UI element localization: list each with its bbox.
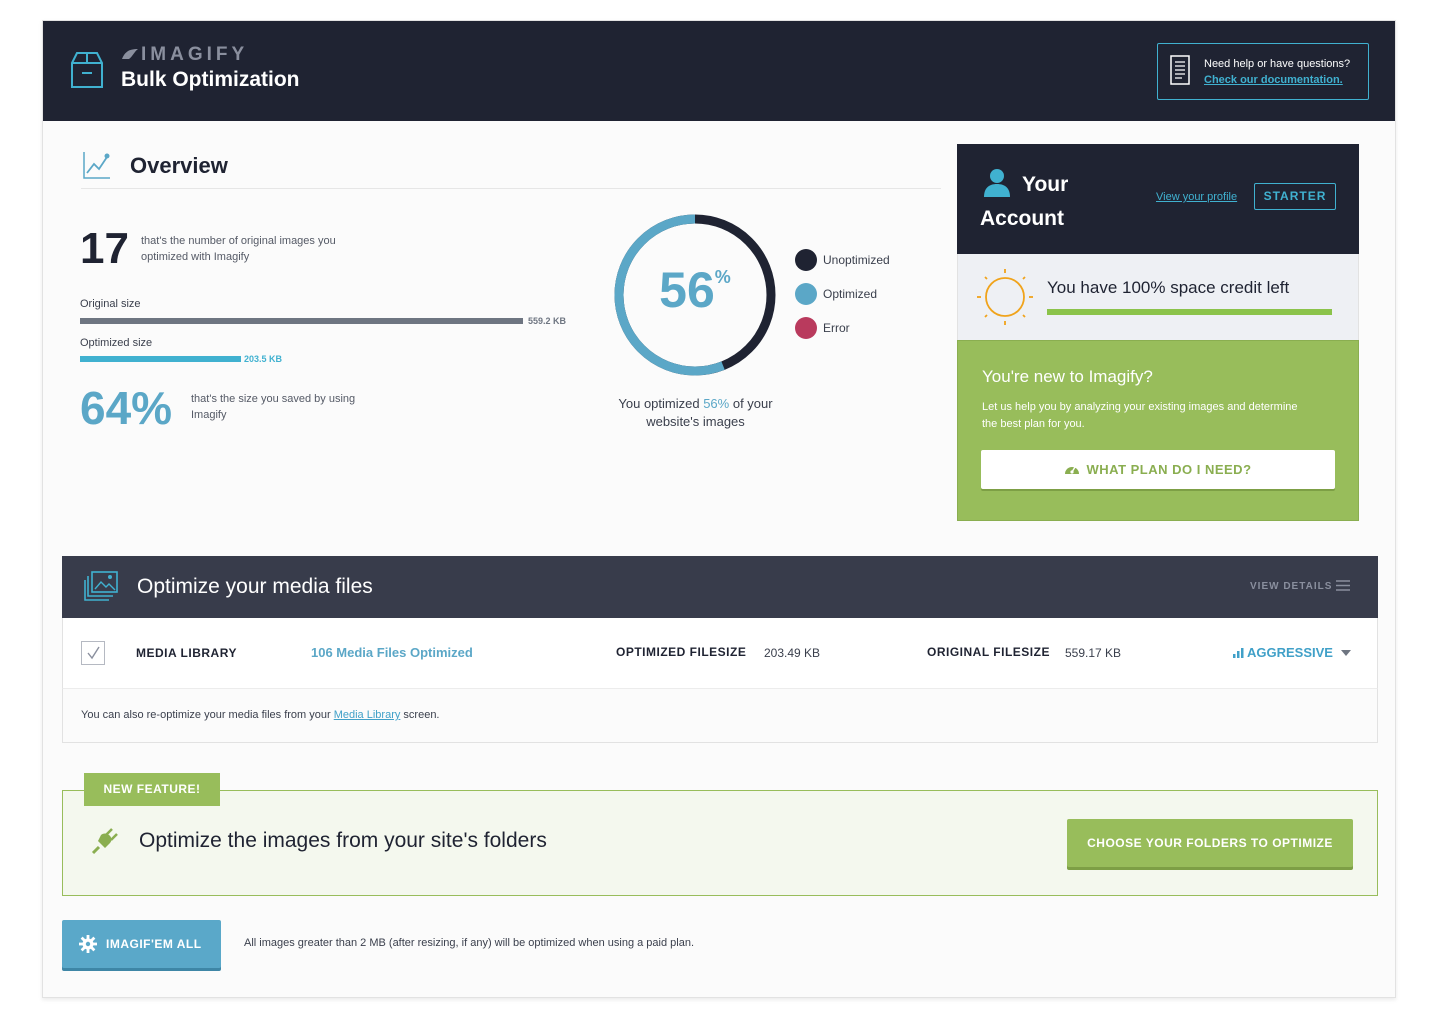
level-label: AGGRESSIVE — [1247, 645, 1333, 660]
new-user-title: You're new to Imagify? — [982, 367, 1153, 386]
legend-label: Error — [823, 321, 850, 335]
what-plan-button[interactable]: WHAT PLAN DO I NEED? — [981, 450, 1335, 489]
donut-suffix: % — [714, 267, 731, 287]
credit-text: You have 100% space credit left — [1047, 278, 1290, 297]
donut-caption: You optimized 56% of your website's imag… — [593, 395, 798, 431]
chevron-down-icon — [1340, 650, 1351, 656]
menu-icon — [1336, 580, 1351, 591]
help-box: Need help or have questions? Check our d… — [1157, 43, 1369, 100]
original-size-value: 559.2 KB — [528, 316, 567, 326]
new-feature-badge: NEW FEATURE! — [84, 773, 220, 806]
caption-text: You optimized — [618, 396, 704, 411]
optimized-size-bar — [80, 356, 242, 362]
folders-feature-title: Optimize the images from your site's fol… — [139, 829, 547, 852]
brand-name: IMAGIFY — [141, 44, 249, 65]
optimized-size-value: 203.5 KB — [244, 354, 283, 364]
plug-icon — [91, 828, 118, 855]
original-size-bar — [80, 318, 523, 324]
files-optimized-count: 106 Media Files Optimized — [311, 645, 473, 660]
donut-number: 56 — [659, 262, 715, 318]
media-library-row: MEDIA LIBRARY 106 Media Files Optimized … — [62, 618, 1378, 689]
original-filesize-value: 559.17 KB — [1065, 646, 1122, 660]
document-icon — [1170, 55, 1190, 85]
optimized-image-count: 17 — [80, 224, 129, 273]
media-library-label: MEDIA LIBRARY — [136, 646, 237, 660]
donut-percent: 56% — [613, 261, 777, 319]
imagify-logo-icon — [122, 49, 138, 59]
sun-icon — [977, 269, 1033, 325]
note-text: screen. — [400, 709, 440, 721]
choose-folders-button[interactable]: CHOOSE YOUR FOLDERS TO OPTIMIZE — [1067, 819, 1353, 867]
account-title-line1: Your — [1022, 173, 1069, 196]
media-library-link[interactable]: Media Library — [334, 709, 401, 721]
error-dot — [795, 317, 817, 339]
note-text: You can also re-optimize your media file… — [81, 709, 334, 721]
images-icon — [84, 571, 118, 601]
account-title-line2: Account — [980, 207, 1064, 230]
image-count-description: that's the number of original images you… — [141, 235, 336, 263]
new-user-box: You're new to Imagify? Let us help you b… — [957, 340, 1359, 521]
plan-badge[interactable]: STARTER — [1254, 183, 1336, 210]
legend-label: Unoptimized — [823, 253, 890, 267]
view-details-label: VIEW DETAILS — [1250, 581, 1333, 592]
media-note-text: You can also re-optimize your media file… — [81, 709, 440, 721]
bulk-optimization-page: IMAGIFY Bulk Optimization Need help or h… — [42, 20, 1396, 998]
saved-description: that's the size you saved by using Imagi… — [191, 393, 356, 421]
new-user-description: Let us help you by analyzing your existi… — [982, 401, 1298, 430]
media-note: You can also re-optimize your media file… — [62, 689, 1378, 743]
gear-icon — [79, 935, 97, 953]
divider — [81, 188, 941, 189]
unoptimized-dot — [795, 249, 817, 271]
space-credit: You have 100% space credit left — [957, 254, 1359, 340]
checkmark-icon — [87, 646, 100, 660]
what-plan-label: WHAT PLAN DO I NEED? — [1086, 462, 1252, 477]
documentation-link[interactable]: Check our documentation. — [1204, 74, 1343, 86]
gauge-icon — [1065, 466, 1080, 474]
page-header: IMAGIFY Bulk Optimization Need help or h… — [43, 21, 1395, 121]
optimized-dot — [795, 283, 817, 305]
optimization-level-select[interactable]: AGGRESSIVE — [1233, 645, 1351, 660]
media-section-header: Optimize your media files VIEW DETAILS — [62, 556, 1378, 618]
box-icon — [71, 52, 103, 88]
caption-highlight: 56% — [703, 396, 730, 411]
overview-title: Overview — [130, 153, 228, 178]
help-question: Need help or have questions? — [1204, 58, 1351, 70]
legend-label: Optimized — [823, 287, 878, 301]
original-filesize-label: ORIGINAL FILESIZE — [927, 645, 1050, 659]
account-title: Your Account — [980, 168, 1080, 236]
media-section-title: Optimize your media files — [137, 575, 373, 598]
chart-trend-icon — [83, 152, 110, 179]
imagifem-all-label: IMAGIF'EM ALL — [106, 937, 202, 951]
optimized-filesize-label: OPTIMIZED FILESIZE — [616, 645, 747, 659]
credit-progress-bar — [1047, 309, 1332, 315]
paid-plan-note: All images greater than 2 MB (after resi… — [244, 937, 695, 949]
level-bars-icon — [1233, 648, 1244, 658]
view-profile-link[interactable]: View your profile — [1156, 191, 1237, 203]
optimized-size-label: Optimized size — [80, 337, 153, 349]
saved-percent: 64% — [80, 382, 173, 434]
imagifem-all-button[interactable]: IMAGIF'EM ALL — [62, 920, 221, 968]
optimized-filesize-value: 203.49 KB — [764, 646, 821, 660]
view-details-button[interactable]: VIEW DETAILS — [1250, 580, 1351, 592]
media-library-checkbox[interactable] — [81, 641, 105, 665]
account-card-header: Your Account View your profile STARTER — [957, 144, 1359, 254]
original-size-label: Original size — [80, 298, 141, 310]
brand-logo: IMAGIFY — [121, 44, 248, 66]
page-title: Bulk Optimization — [121, 68, 300, 91]
